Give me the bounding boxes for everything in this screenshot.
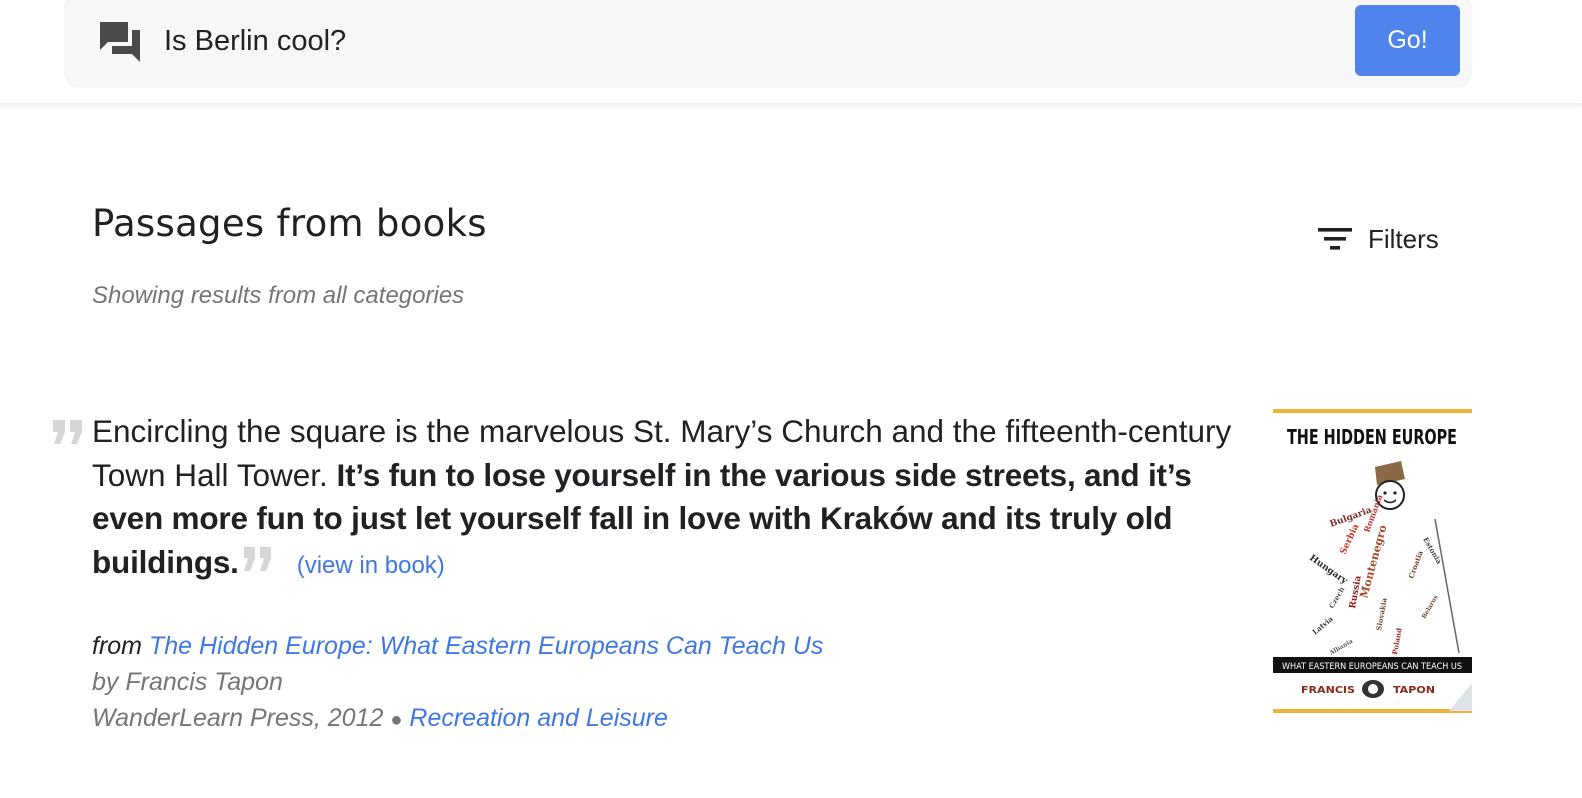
publisher-year: WanderLearn Press, 2012 [92,704,384,732]
filter-icon [1318,228,1352,250]
cover-tagline: WHAT EASTERN EUROPEANS CAN TEACH US [1282,662,1462,672]
question-answer-icon [100,22,140,62]
close-quote-icon [243,546,271,571]
page-title: Passages from books [92,202,487,245]
book-cover-image[interactable]: THE HIDDEN EUROPE Bulgaria Romania Hunga… [1273,409,1472,713]
book-metadata: from The Hidden Europe: What Eastern Eur… [92,628,823,738]
view-in-book-link[interactable]: (view in book) [297,552,445,579]
publisher-line: WanderLearn Press, 2012 ● Recreation and… [92,700,823,738]
results-scope-text: Showing results from all categories [92,282,465,309]
cover-title: THE HIDDEN EUROPE [1287,425,1457,449]
passage-text: Encircling the square is the marvelous S… [92,410,1240,587]
book-title-line: from The Hidden Europe: What Eastern Eur… [92,628,823,664]
search-header: Go! [0,0,1582,103]
author-line: by Francis Tapon [92,668,283,696]
search-input[interactable] [164,18,1264,64]
from-label: from [92,632,142,660]
filters-label: Filters [1368,223,1439,254]
cover-author-first: FRANCIS [1301,685,1355,696]
go-button[interactable]: Go! [1355,5,1460,76]
separator-dot: ● [390,709,403,731]
cover-author-last: TAPON [1393,685,1435,696]
category-link[interactable]: Recreation and Leisure [409,704,668,732]
open-quote-icon [53,420,82,444]
book-title-link[interactable]: The Hidden Europe: What Eastern European… [149,632,823,660]
filters-button[interactable]: Filters [1310,218,1443,260]
